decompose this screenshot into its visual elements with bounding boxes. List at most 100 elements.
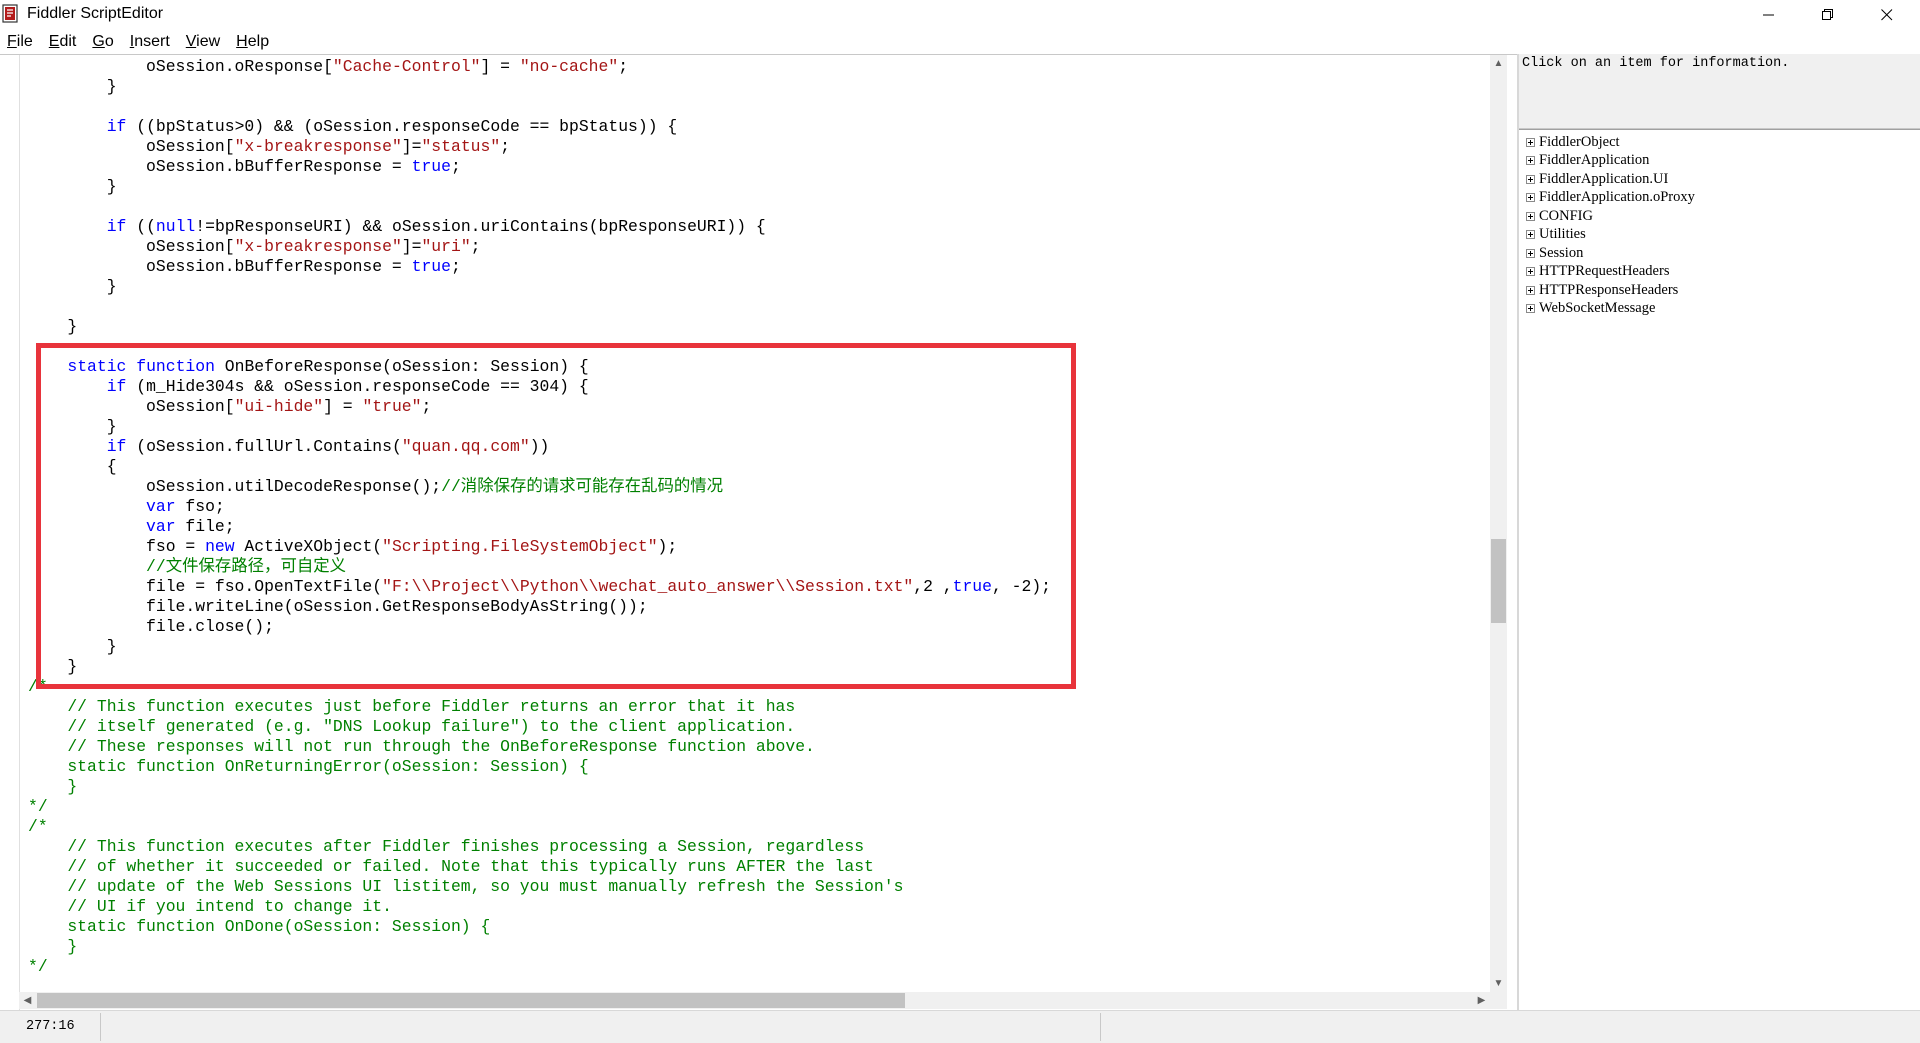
code-token: file.writeLine(oSession.GetResponseBodyA… bbox=[28, 597, 648, 616]
code-line: fso = new ActiveXObject("Scripting.FileS… bbox=[28, 537, 1499, 557]
code-token: oSession.utilDecodeResponse(); bbox=[28, 477, 442, 496]
info-panel: Click on an item for information. bbox=[1519, 54, 1920, 129]
vertical-scrollbar[interactable]: ▲ ▼ bbox=[1490, 55, 1507, 992]
editor-gutter bbox=[0, 55, 20, 1011]
expand-icon[interactable] bbox=[1526, 193, 1535, 202]
scroll-up-icon[interactable]: ▲ bbox=[1490, 55, 1507, 72]
tree-item-label: Session bbox=[1539, 244, 1584, 261]
status-bar: 277:16 bbox=[0, 1010, 1920, 1043]
tree-item[interactable]: Session bbox=[1526, 244, 1583, 262]
menu-item-go[interactable]: Go bbox=[92, 33, 113, 51]
code-token: } bbox=[28, 637, 117, 656]
expand-icon[interactable] bbox=[1526, 230, 1535, 239]
menu-mnemonic: H bbox=[236, 33, 248, 50]
menu-item-edit[interactable]: Edit bbox=[49, 33, 77, 51]
code-token-str: "Scripting.FileSystemObject" bbox=[382, 537, 658, 556]
tree-item[interactable]: HTTPResponseHeaders bbox=[1526, 281, 1678, 299]
horizontal-scroll-thumb[interactable] bbox=[37, 993, 905, 1008]
tree-item-label: HTTPResponseHeaders bbox=[1539, 281, 1679, 298]
code-line: } bbox=[28, 177, 1499, 197]
code-token-str: "F:\\Project\\Python\\wechat_auto_answer… bbox=[382, 577, 914, 596]
expand-icon[interactable] bbox=[1526, 211, 1535, 221]
code-token: ; bbox=[421, 397, 432, 416]
menu-item-file[interactable]: File bbox=[7, 33, 33, 51]
code-line: oSession.bBufferResponse = true; bbox=[28, 157, 1499, 177]
code-token: (( bbox=[126, 217, 156, 236]
menu-mnemonic: V bbox=[185, 33, 197, 50]
menu-label: iew bbox=[196, 33, 221, 50]
expand-icon[interactable] bbox=[1526, 174, 1535, 184]
vertical-scroll-thumb[interactable] bbox=[1491, 539, 1506, 623]
code-token: ] = bbox=[480, 57, 520, 76]
tree-item-label: FiddlerObject bbox=[1539, 133, 1620, 150]
code-line: } bbox=[28, 317, 1499, 337]
menu-item-insert[interactable]: Insert bbox=[130, 33, 170, 51]
code-line: oSession.utilDecodeResponse();//消除保存的请求可… bbox=[28, 477, 1499, 497]
code-token: )) bbox=[529, 437, 550, 456]
menu-label: dit bbox=[59, 33, 77, 50]
menu-item-help[interactable]: Help bbox=[236, 33, 269, 51]
code-token-cm: /* bbox=[28, 677, 48, 696]
menu-item-view[interactable]: View bbox=[186, 33, 220, 51]
code-line: // itself generated (e.g. "DNS Lookup fa… bbox=[28, 717, 1499, 737]
code-area[interactable]: oSession.oResponse["Cache-Control"] = "n… bbox=[28, 57, 1499, 977]
code-line: static function OnReturningError(oSessio… bbox=[28, 757, 1499, 777]
code-line: } bbox=[28, 77, 1499, 97]
code-token-str: "Cache-Control" bbox=[332, 57, 481, 76]
code-token: ,2 , bbox=[913, 577, 953, 596]
code-token: } bbox=[28, 317, 78, 336]
code-line: file.writeLine(oSession.GetResponseBodyA… bbox=[28, 597, 1499, 617]
code-token: fso; bbox=[175, 497, 225, 516]
code-line: if ((null!=bpResponseURI) && oSession.ur… bbox=[28, 217, 1499, 237]
scroll-left-icon[interactable]: ◀ bbox=[19, 992, 36, 1009]
code-line: } bbox=[28, 777, 1499, 797]
script-editor[interactable]: oSession.oResponse["Cache-Control"] = "n… bbox=[0, 54, 1517, 1011]
close-button[interactable] bbox=[1858, 0, 1916, 30]
minimize-icon bbox=[1763, 14, 1774, 16]
tree-item[interactable]: FiddlerObject bbox=[1526, 133, 1620, 151]
expand-icon[interactable] bbox=[1526, 285, 1535, 295]
tree-item[interactable]: WebSocketMessage bbox=[1526, 300, 1655, 318]
status-divider bbox=[100, 1013, 101, 1041]
expand-icon[interactable] bbox=[1526, 267, 1535, 276]
expand-icon[interactable] bbox=[1526, 248, 1535, 258]
tree-item[interactable]: Utilities bbox=[1526, 226, 1586, 244]
code-line: var file; bbox=[28, 517, 1499, 537]
code-token-cm: } bbox=[28, 937, 78, 956]
tree-item-label: CONFIG bbox=[1539, 207, 1593, 224]
code-token: oSession.bBufferResponse = bbox=[28, 257, 412, 276]
expand-icon[interactable] bbox=[1526, 304, 1535, 313]
code-line: { bbox=[28, 457, 1499, 477]
expand-icon[interactable] bbox=[1526, 156, 1535, 165]
restore-icon bbox=[1822, 9, 1833, 20]
scroll-down-icon[interactable]: ▼ bbox=[1490, 975, 1507, 992]
cursor-position: 277:16 bbox=[26, 1019, 75, 1034]
code-token: fso = bbox=[28, 537, 206, 556]
restore-button[interactable] bbox=[1799, 0, 1857, 30]
code-token-cm: */ bbox=[28, 957, 48, 976]
minimize-button[interactable] bbox=[1740, 0, 1798, 30]
menu-mnemonic: F bbox=[7, 33, 17, 50]
tree-item[interactable]: FiddlerApplication.oProxy bbox=[1526, 189, 1695, 207]
class-explorer-tree[interactable]: FiddlerObject FiddlerApplication FiddlerAp… bbox=[1519, 129, 1920, 1011]
tree-item[interactable]: HTTPRequestHeaders bbox=[1526, 263, 1669, 281]
code-token-kw: if bbox=[106, 377, 127, 396]
tree-item[interactable]: CONFIG bbox=[1526, 207, 1593, 225]
scroll-right-icon[interactable]: ▶ bbox=[1473, 992, 1490, 1009]
horizontal-scrollbar[interactable]: ◀ ▶ bbox=[19, 992, 1490, 1009]
tree-item[interactable]: FiddlerApplication bbox=[1526, 152, 1649, 170]
code-token-kw: if bbox=[106, 217, 127, 236]
tree-item[interactable]: FiddlerApplication.UI bbox=[1526, 170, 1668, 188]
menu-mnemonic: E bbox=[48, 33, 60, 50]
expand-icon[interactable] bbox=[1526, 137, 1535, 147]
code-token-kw: true bbox=[411, 257, 451, 276]
tree-item-label: FiddlerApplication.UI bbox=[1539, 170, 1669, 187]
code-token: ]= bbox=[401, 237, 422, 256]
close-icon bbox=[1881, 9, 1893, 21]
code-token-cm: */ bbox=[28, 797, 48, 816]
code-line: } bbox=[28, 937, 1499, 957]
